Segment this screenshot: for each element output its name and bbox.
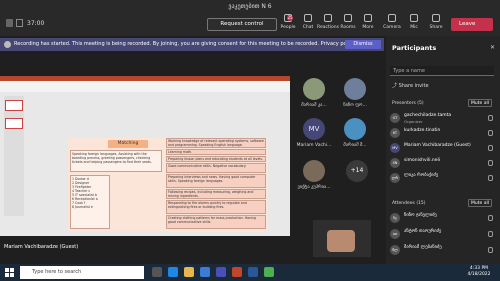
mic-off-icon	[488, 160, 493, 166]
participant-name: ნინო ფო...	[343, 103, 367, 108]
participant-search-input[interactable]: Type a name	[390, 66, 494, 76]
participant-avatar[interactable]: MV	[303, 118, 325, 140]
taskbar-search-input[interactable]: Type here to search	[20, 266, 144, 279]
dismiss-button[interactable]: Dismiss	[345, 40, 381, 49]
more-participants[interactable]: +14	[346, 160, 368, 182]
participant-avatar[interactable]	[303, 160, 325, 182]
participant-avatar[interactable]	[344, 78, 366, 100]
windows-start-icon[interactable]	[5, 268, 14, 277]
participant-row[interactable]: ათ ანტონ თაოურიძე	[390, 228, 494, 241]
slide-left-list: 1 Doctor d2 Designer 3 Firefighter 4 Teach…	[70, 175, 110, 229]
rooms-button[interactable]: Rooms	[337, 14, 359, 30]
task-view-icon[interactable]	[152, 267, 162, 277]
teams-icon[interactable]	[216, 267, 226, 277]
slide-right-item: Responding to fire alarms quickly to reg…	[166, 200, 266, 214]
participant-name: ვიქტა კუპრია...	[297, 185, 331, 190]
powerpoint-icon[interactable]	[232, 267, 242, 277]
share-icon	[432, 14, 440, 22]
slide-thumbnail	[5, 118, 23, 129]
participant-name: Mariam Vachi...	[296, 143, 332, 148]
mic-icon	[410, 14, 418, 22]
chat-button[interactable]: Chat	[297, 14, 319, 30]
mic-off-icon	[488, 130, 493, 136]
info-icon	[4, 41, 11, 48]
participant-row[interactable]: KT kurkadze.tinatin	[390, 127, 494, 140]
self-video-image	[327, 230, 355, 252]
mute-all-button[interactable]: Mute all	[468, 99, 492, 107]
window-title: ვაკეთებით N 6	[228, 3, 272, 10]
word-icon[interactable]	[248, 267, 258, 277]
slide-right-item: Preparing interviews and news. Having go…	[166, 174, 266, 188]
participant-row[interactable]: მლ მარიამ ლებანიძე	[390, 244, 494, 257]
layout-icon[interactable]	[16, 19, 23, 27]
slide-right-item: Creating clothing patterns for mass prod…	[166, 215, 266, 229]
mic-off-icon	[488, 115, 493, 121]
meeting-toolbar: ვაკეთებით N 6 37:00 Request control Peop…	[0, 0, 500, 36]
participant-row[interactable]: MV Mariam Vachibaradze (Guest)	[390, 142, 494, 155]
slide-left-top: Speaking foreign languages. Assisting wi…	[70, 150, 162, 172]
participant-name: მარიამ კა...	[301, 103, 327, 108]
leave-button[interactable]: Leave	[451, 18, 493, 31]
more-button[interactable]: More	[357, 14, 379, 30]
taskbar-clock[interactable]: 4:33 PM 4/18/2022	[464, 266, 494, 278]
participant-avatar[interactable]	[344, 118, 366, 140]
mic-off-icon	[488, 145, 493, 151]
participant-row[interactable]: ნჯ ნინო ჯანელიძე	[390, 212, 494, 225]
self-video	[313, 220, 371, 257]
slide-thumbnail	[5, 100, 23, 111]
participant-name: მარიამ მ...	[343, 143, 367, 148]
participant-row[interactable]: SN simonishvili.neli	[390, 157, 494, 170]
mic-off-icon	[488, 231, 493, 237]
participant-row[interactable]: GT gachechiladze.tamta Organizer	[390, 112, 494, 125]
people-count-badge: 25	[287, 15, 293, 21]
mute-all-attendees-button[interactable]: Mute all	[468, 199, 492, 207]
slide-header: Matching	[108, 140, 148, 148]
slide-right-item: Good communicative skills. Negative voca…	[166, 163, 266, 173]
slide-right-item: Preparing lesson plans and educating stu…	[166, 156, 266, 162]
request-control-button[interactable]: Request control	[207, 18, 277, 31]
camera-button[interactable]: Camera	[381, 14, 403, 30]
participant-row[interactable]: ლრ ლიკა რობაქიძე	[390, 172, 494, 185]
slide-right-item: Learning math.	[166, 149, 266, 155]
recording-banner: Recording has started. This meeting is b…	[0, 38, 384, 51]
ppt-toolbar	[0, 81, 290, 92]
reactions-button[interactable]: Reactions	[317, 14, 339, 30]
store-icon[interactable]	[200, 267, 210, 277]
share-invite-button[interactable]: ⤴ Share invite	[392, 82, 429, 89]
reactions-icon	[324, 14, 332, 22]
camera-icon	[388, 14, 396, 22]
attendees-section[interactable]: Attendees (15)	[392, 201, 426, 206]
rooms-icon	[344, 14, 352, 22]
slide-thumbnails	[4, 96, 24, 216]
meeting-timer: 37:00	[27, 20, 45, 27]
chat-icon	[304, 14, 312, 22]
self-name-label: Mariam Vachibaradze (Guest)	[4, 244, 79, 250]
file-explorer-icon[interactable]	[184, 267, 194, 277]
close-icon[interactable]: ✕	[490, 44, 495, 51]
chrome-icon[interactable]	[264, 267, 274, 277]
more-icon	[364, 14, 372, 22]
participant-avatar[interactable]	[303, 78, 325, 100]
mic-off-icon	[488, 175, 493, 181]
mic-button[interactable]: Mic	[403, 14, 425, 30]
share-button[interactable]: Share	[425, 14, 447, 30]
recording-banner-text: Recording has started. This meeting is b…	[14, 41, 356, 47]
slide-right-item: Following recipes, including measuring, …	[166, 189, 266, 199]
shield-icon[interactable]	[6, 19, 13, 27]
mic-off-icon	[488, 215, 493, 221]
edge-icon[interactable]	[168, 267, 178, 277]
slide-right-item: Working knowledge of relevant operating …	[166, 138, 266, 148]
presenters-section[interactable]: Presenters (5)	[392, 101, 424, 106]
slide-content: Matching Speaking foreign languages. Ass…	[68, 138, 268, 231]
mic-off-icon	[488, 247, 493, 253]
panel-title: Participants	[392, 44, 437, 52]
